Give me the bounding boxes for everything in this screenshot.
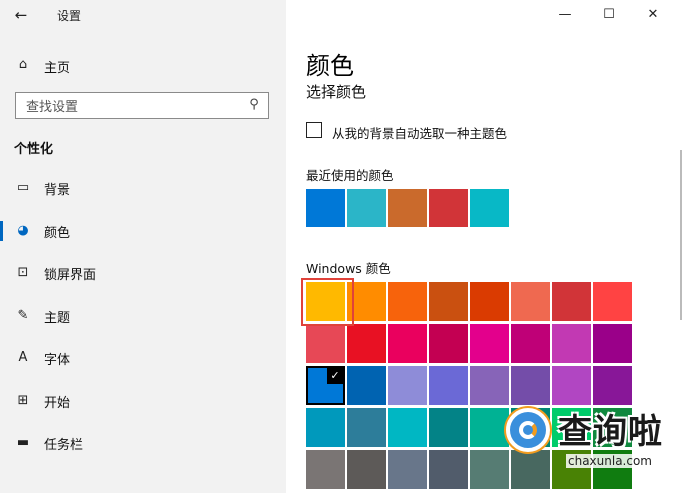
window-controls: — ☐ ✕ xyxy=(542,0,682,30)
windows-color-swatch[interactable] xyxy=(552,324,591,363)
sidebar-item-1[interactable]: ▭ 背景 xyxy=(0,172,286,204)
windows-color-swatch[interactable] xyxy=(388,324,427,363)
windows-color-swatch[interactable] xyxy=(593,324,632,363)
auto-accent-option[interactable]: 从我的背景自动选取一种主题色 xyxy=(306,120,636,142)
recent-color-swatch[interactable] xyxy=(388,189,427,227)
sidebar: ← 设置 ⌂ 主页 ⚲ 个性化 ▭ 背景 ◕ 颜色 ⊡ 锁屏界面 ✎ 主题 A 字体 ⊞ 开始 ▬ 任务栏 xyxy=(0,0,286,493)
selected-color-swatch[interactable]: ✓ xyxy=(306,366,345,405)
sidebar-item-7[interactable]: ▬ 任务栏 xyxy=(0,427,286,459)
watermark-text: 查询啦 xyxy=(558,412,663,452)
search-icon[interactable]: ⚲ xyxy=(246,97,262,113)
windows-color-swatch[interactable] xyxy=(388,366,427,405)
sidebar-item-label: 任务栏 xyxy=(44,438,84,453)
recent-color-swatch[interactable] xyxy=(306,189,345,227)
app-title: 设置 xyxy=(57,9,82,23)
windows-color-swatch[interactable] xyxy=(470,324,509,363)
sidebar-item-label: 开始 xyxy=(44,395,71,411)
windows-color-swatch[interactable] xyxy=(306,324,345,363)
font-icon: A xyxy=(18,350,28,365)
page-title: 颜色 xyxy=(306,52,354,80)
section-title: 个性化 xyxy=(14,142,54,157)
search-input[interactable] xyxy=(24,97,248,117)
checkmark-icon: ✓ xyxy=(327,368,343,384)
sidebar-item-label: 颜色 xyxy=(44,225,71,241)
windows-color-swatch[interactable] xyxy=(347,450,386,489)
windows-color-swatch[interactable] xyxy=(306,282,345,321)
sidebar-item-3[interactable]: ⊡ 锁屏界面 xyxy=(0,257,286,289)
windows-color-swatch[interactable] xyxy=(347,408,386,447)
auto-accent-label: 从我的背景自动选取一种主题色 xyxy=(332,126,508,141)
windows-color-swatch[interactable] xyxy=(429,408,468,447)
recent-color-swatch[interactable] xyxy=(429,189,468,227)
windows-color-swatch[interactable] xyxy=(593,282,632,321)
watermark: 查询啦 chaxunla.com xyxy=(500,398,680,484)
recent-color-swatch[interactable] xyxy=(470,189,509,227)
sidebar-item-5[interactable]: A 字体 xyxy=(0,342,286,374)
windows-color-swatch[interactable] xyxy=(429,324,468,363)
section-subtitle: 选择颜色 xyxy=(306,83,367,101)
recent-colors-label: 最近使用的颜色 xyxy=(306,168,394,183)
windows-color-swatch[interactable] xyxy=(552,282,591,321)
maximize-button[interactable]: ☐ xyxy=(594,3,624,27)
taskbar-icon: ▬ xyxy=(16,435,30,450)
windows-color-swatch[interactable] xyxy=(429,282,468,321)
watermark-subtext: chaxunla.com xyxy=(566,454,654,468)
home-icon: ⌂ xyxy=(18,57,28,72)
lockscreen-icon: ⊡ xyxy=(17,265,29,280)
sidebar-item-label: 字体 xyxy=(44,353,71,368)
sidebar-item-label: 主页 xyxy=(44,61,71,76)
windows-color-swatch[interactable] xyxy=(388,408,427,447)
windows-colors-label: Windows 颜色 xyxy=(306,261,391,276)
theme-icon: ✎ xyxy=(17,307,29,323)
windows-color-swatch[interactable] xyxy=(470,282,509,321)
sidebar-item-label: 背景 xyxy=(44,183,71,198)
search-box[interactable]: ⚲ xyxy=(15,92,269,119)
sidebar-item-6[interactable]: ⊞ 开始 xyxy=(0,385,286,417)
sidebar-item-home[interactable]: ⌂ 主页 xyxy=(0,50,286,80)
windows-color-swatch[interactable] xyxy=(388,282,427,321)
recent-color-swatch[interactable] xyxy=(347,189,386,227)
windows-color-swatch[interactable] xyxy=(347,366,386,405)
auto-accent-checkbox[interactable] xyxy=(306,122,322,138)
windows-color-swatch[interactable] xyxy=(347,324,386,363)
back-arrow-icon[interactable]: ← xyxy=(10,4,32,26)
windows-color-swatch[interactable] xyxy=(511,324,550,363)
windows-color-swatch[interactable] xyxy=(429,366,468,405)
sidebar-item-label: 主题 xyxy=(44,310,71,326)
start-icon: ⊞ xyxy=(17,392,29,408)
windows-color-swatch[interactable] xyxy=(306,408,345,447)
sidebar-item-2[interactable]: ◕ 颜色 xyxy=(0,215,286,247)
sidebar-item-label: 锁屏界面 xyxy=(44,268,97,283)
minimize-button[interactable]: — xyxy=(550,3,580,27)
watermark-logo-icon xyxy=(506,408,550,452)
palette-icon: ◕ xyxy=(17,222,29,238)
windows-color-swatch[interactable] xyxy=(511,282,550,321)
windows-color-swatch[interactable] xyxy=(347,282,386,321)
close-button[interactable]: ✕ xyxy=(638,3,668,27)
picture-icon: ▭ xyxy=(16,180,30,195)
windows-color-swatch[interactable] xyxy=(429,450,468,489)
windows-color-swatch[interactable] xyxy=(388,450,427,489)
sidebar-item-4[interactable]: ✎ 主题 xyxy=(0,300,286,332)
windows-color-swatch[interactable] xyxy=(306,450,345,489)
title-bar: ← 设置 xyxy=(0,0,286,30)
